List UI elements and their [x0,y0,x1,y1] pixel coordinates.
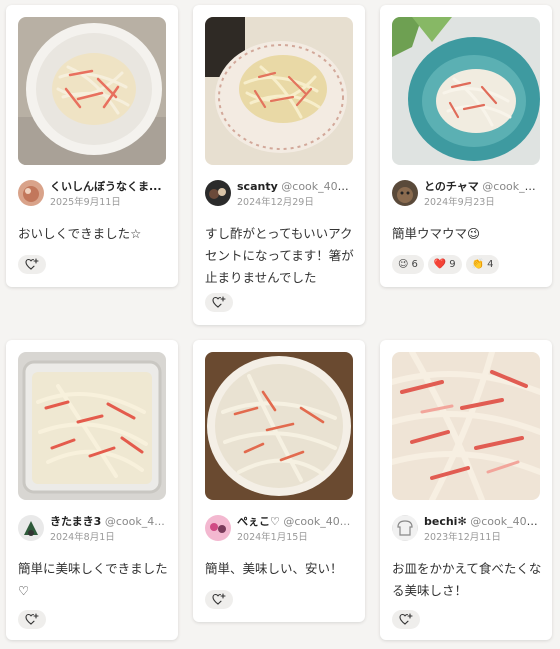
dish-photo[interactable] [205,352,353,500]
add-reaction-button[interactable] [18,610,46,629]
reaction-list: 😉 6 ❤️ 9 👏 4 [392,255,500,274]
comment-date: 2024年12月29日 [237,197,314,208]
author-row[interactable]: ぺぇこ♡ @cook_40... 2024年1月15日 [205,514,355,548]
author-handle: @cook_40... [283,515,351,528]
comment-card[interactable]: くいしんぼうなくま... 2025年9月11日 おいしくできました☆ [6,5,178,287]
avatar[interactable] [392,180,418,206]
avatar[interactable] [18,515,44,541]
comment-text: 簡単、美味しい、安い！ [205,561,343,576]
comment-card[interactable]: とのチャマ @cook_4... 2024年9月23日 簡単ウマウマ😉 😉 6 ❤… [380,5,552,287]
dish-photo[interactable] [392,352,540,500]
heart-plus-icon [212,296,226,308]
comment-text: おいしくできました☆ [18,226,142,241]
clap-emoji-icon: 👏 [471,258,485,270]
author-name[interactable]: ぺぇこ♡ [237,515,280,528]
author-row[interactable]: きたまき3 @cook_4... 2024年8月1日 [18,514,168,548]
comment-date: 2025年9月11日 [50,197,121,208]
author-name[interactable]: scanty [237,180,278,193]
author-row[interactable]: とのチャマ @cook_4... 2024年9月23日 [392,179,542,213]
author-handle: @cook_402... [470,515,542,528]
reaction-count: 9 [449,259,456,270]
avatar[interactable] [18,180,44,206]
comment-date: 2024年1月15日 [237,532,308,543]
comment-text: 簡単ウマウマ😉 [392,226,481,241]
heart-plus-icon [399,613,413,625]
author-row[interactable]: くいしんぼうなくま... 2025年9月11日 [18,179,168,213]
wink-emoji-icon: 😉 [398,258,409,270]
add-reaction-button[interactable] [205,590,233,609]
heart-plus-icon [25,258,39,270]
reaction-count: 6 [411,259,418,270]
add-reaction-button[interactable] [18,255,46,274]
dish-photo[interactable] [18,352,166,500]
avatar[interactable] [392,515,418,541]
author-handle: @cook_4... [104,515,165,528]
reaction-count: 4 [487,259,494,270]
comment-card[interactable]: きたまき3 @cook_4... 2024年8月1日 簡単に美味しくできました♡ [6,340,178,640]
heart-plus-icon [25,613,39,625]
add-reaction-button[interactable] [392,610,420,629]
avatar[interactable] [205,180,231,206]
comment-text: すし酢がとってもいいアクセントになってます！箸が止まりませんでした [205,226,354,285]
author-row[interactable]: scanty @cook_4006... 2024年12月29日 [205,179,355,213]
comment-date: 2024年8月1日 [50,532,115,543]
reaction-wink[interactable]: 😉 6 [392,255,424,274]
dish-photo[interactable] [18,17,166,165]
add-reaction-button[interactable] [205,293,233,312]
author-row[interactable]: bechi✻ @cook_402... 2023年12月11日 [392,514,542,548]
comment-date: 2023年12月11日 [424,532,501,543]
comment-card[interactable]: scanty @cook_4006... 2024年12月29日 すし酢がとって… [193,5,365,325]
comment-card[interactable]: bechi✻ @cook_402... 2023年12月11日 お皿をかかえて食… [380,340,552,640]
dish-photo[interactable] [392,17,540,165]
reaction-clap[interactable]: 👏 4 [465,255,500,274]
author-name[interactable]: とのチャマ [424,180,479,193]
author-handle: @cook_4... [482,180,542,193]
comment-card[interactable]: ぺぇこ♡ @cook_40... 2024年1月15日 簡単、美味しい、安い！ [193,340,365,622]
heart-emoji-icon: ❤️ [433,258,447,270]
reaction-heart[interactable]: ❤️ 9 [427,255,462,274]
heart-plus-icon [212,593,226,605]
author-handle: @cook_4006... [281,180,355,193]
author-name[interactable]: bechi✻ [424,515,467,528]
avatar[interactable] [205,515,231,541]
dish-photo[interactable] [205,17,353,165]
author-name[interactable]: きたまき3 [50,515,101,528]
comment-text: お皿をかかえて食べたくなる美味しさ！ [392,561,542,598]
comment-date: 2024年9月23日 [424,197,495,208]
author-name[interactable]: くいしんぼうなくま... [50,180,162,193]
comment-text: 簡単に美味しくできました♡ [18,561,168,598]
